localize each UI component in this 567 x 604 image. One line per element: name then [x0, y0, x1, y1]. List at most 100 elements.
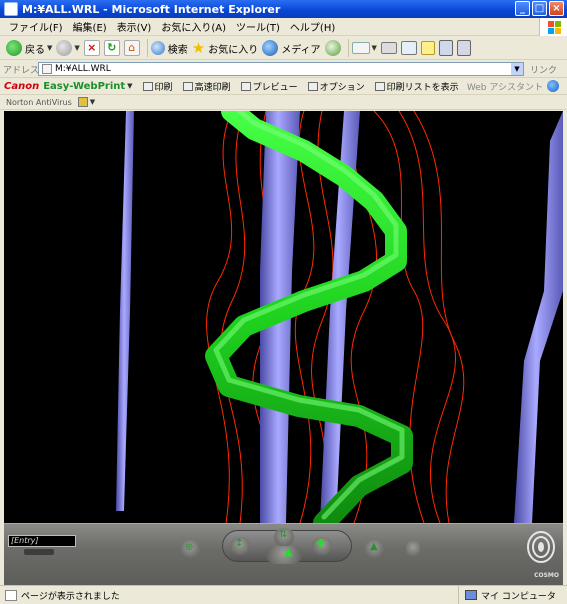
computer-icon [465, 590, 477, 600]
menu-tools[interactable]: ツール(T) [231, 19, 285, 34]
hq-print-button[interactable]: 高速印刷 [182, 80, 231, 93]
tilt-icon: ▲ [284, 545, 293, 558]
messenger-icon [456, 40, 471, 56]
print-list-button[interactable]: 印刷リストを表示 [374, 80, 459, 93]
gravity-button[interactable] [406, 540, 420, 558]
go-icon: ▲ [370, 541, 378, 552]
links-button[interactable]: リンク [530, 63, 557, 76]
rotate-icon: ⇅ [279, 529, 288, 540]
toolbar-separator [347, 39, 349, 57]
note-icon [420, 41, 435, 55]
chevron-down-icon[interactable]: ▼ [74, 44, 79, 52]
web-assistant-label[interactable]: Web アシスタント [467, 80, 543, 93]
cosmo-player-controls: [Entry] ⊕ ↕ ⇅ ▲ ✥ ▲ COSMO [4, 523, 563, 585]
address-input[interactable]: M:¥ALL.WRL ▼ [38, 62, 524, 76]
zone-label: マイ コンピュータ [481, 591, 556, 602]
canon-easywebprint-bar: Canon Easy-WebPrint ▼ 印刷 高速印刷 プレビュー オプショ… [0, 78, 567, 95]
norton-icon[interactable] [77, 97, 88, 107]
security-zone: マイ コンピュータ [458, 586, 567, 604]
green-helix [205, 111, 413, 523]
menu-favorites[interactable]: お気に入り(A) [156, 19, 231, 34]
menu-help[interactable]: ヘルプ(H) [285, 19, 340, 34]
chevron-down-icon[interactable]: ▼ [47, 44, 52, 52]
forward-arrow-icon [56, 40, 73, 56]
helix-strand [205, 111, 413, 523]
menu-edit[interactable]: 編集(E) [68, 19, 112, 34]
printer-icon [182, 81, 193, 91]
discuss-button[interactable] [420, 38, 435, 58]
options-icon [307, 81, 318, 91]
globe-icon[interactable] [547, 80, 559, 92]
tube-left [116, 111, 134, 511]
status-text: ページが表示されました [21, 591, 120, 602]
close-button[interactable]: × [549, 1, 564, 16]
mail-button[interactable]: ▼ [351, 38, 377, 58]
refresh-icon: ↻ [103, 40, 120, 56]
minimize-button[interactable]: _ [515, 1, 530, 16]
zoom-icon: ↕ [235, 538, 244, 549]
address-value[interactable]: M:¥ALL.WRL [55, 64, 111, 74]
back-label: 戻る [25, 44, 45, 56]
ie-app-icon [4, 2, 18, 16]
menu-file[interactable]: ファイル(F) [4, 19, 68, 34]
search-icon [150, 41, 165, 55]
maximize-button[interactable]: □ [532, 1, 547, 16]
options-label: オプション [319, 82, 365, 93]
edit-icon [400, 41, 417, 55]
menu-bar: ファイル(F) 編集(E) 表示(V) お気に入り(A) ツール(T) ヘルプ(… [0, 18, 567, 36]
address-label: アドレス(D) [3, 65, 53, 76]
address-dropdown-icon[interactable]: ▼ [511, 63, 523, 75]
media-button[interactable]: メディア [262, 38, 321, 58]
chevron-down-icon[interactable]: ▼ [372, 44, 377, 52]
search-button[interactable]: 検索 [150, 38, 188, 58]
printer-icon [142, 81, 153, 91]
back-button[interactable]: 戻る ▼ [6, 38, 52, 58]
home-icon: ⌂ [123, 40, 140, 56]
edit-button[interactable] [400, 38, 417, 58]
preview-label: プレビュー [252, 82, 298, 93]
chevron-down-icon[interactable]: ▼ [127, 82, 132, 90]
print-button[interactable] [380, 38, 397, 58]
list-icon [374, 81, 385, 91]
research-button[interactable] [438, 38, 453, 58]
canon-logo: Canon [4, 80, 40, 92]
favorites-button[interactable]: ★ お気に入り [192, 38, 258, 58]
star-icon: ★ [191, 39, 206, 57]
home-button[interactable]: ⌂ [123, 38, 140, 58]
messenger-button[interactable] [456, 38, 471, 58]
thread-line [294, 111, 315, 523]
seek-icon: ⊕ [185, 542, 194, 553]
forward-button[interactable]: ▼ [56, 38, 80, 58]
tube-right [514, 111, 563, 523]
cosmo-logo [527, 531, 555, 563]
vrml-viewport[interactable] [4, 111, 563, 523]
print-button[interactable]: 印刷 [142, 80, 173, 93]
standard-toolbar: 戻る ▼ ▼ × ↻ ⌂ 検索 ★ お気に入り メディア ▼ [0, 37, 567, 60]
easy-webprint-menu[interactable]: Easy-WebPrint [43, 81, 125, 92]
viewpoint-select[interactable]: [Entry] [8, 535, 76, 547]
mail-icon [351, 42, 370, 54]
print-label: 印刷 [154, 82, 173, 93]
menu-view[interactable]: 表示(V) [112, 19, 157, 34]
helix-strand-highlight [213, 111, 405, 520]
hq-print-label: 高速印刷 [194, 82, 231, 93]
options-button[interactable]: オプション [307, 80, 365, 93]
back-arrow-icon [6, 40, 22, 56]
stop-button[interactable]: × [83, 38, 100, 58]
pan-icon: ✥ [316, 537, 326, 550]
vrml-scene [116, 111, 563, 523]
history-button[interactable] [324, 38, 341, 58]
print-list-label: 印刷リストを表示 [386, 82, 459, 93]
research-icon [438, 40, 453, 56]
cosmo-logo-text: COSMO [534, 572, 559, 579]
thread-line [413, 111, 465, 523]
favorites-label: お気に入り [208, 44, 259, 56]
helix-highlight [213, 111, 405, 520]
printer-icon [380, 42, 397, 54]
preview-button[interactable]: プレビュー [240, 80, 298, 93]
viewpoint-dropdown[interactable] [24, 549, 54, 555]
chevron-down-icon[interactable]: ▼ [90, 98, 95, 106]
title-bar: M:¥ALL.WRL - Microsoft Internet Explorer… [0, 0, 567, 18]
refresh-button[interactable]: ↻ [103, 38, 120, 58]
history-icon [324, 40, 341, 56]
